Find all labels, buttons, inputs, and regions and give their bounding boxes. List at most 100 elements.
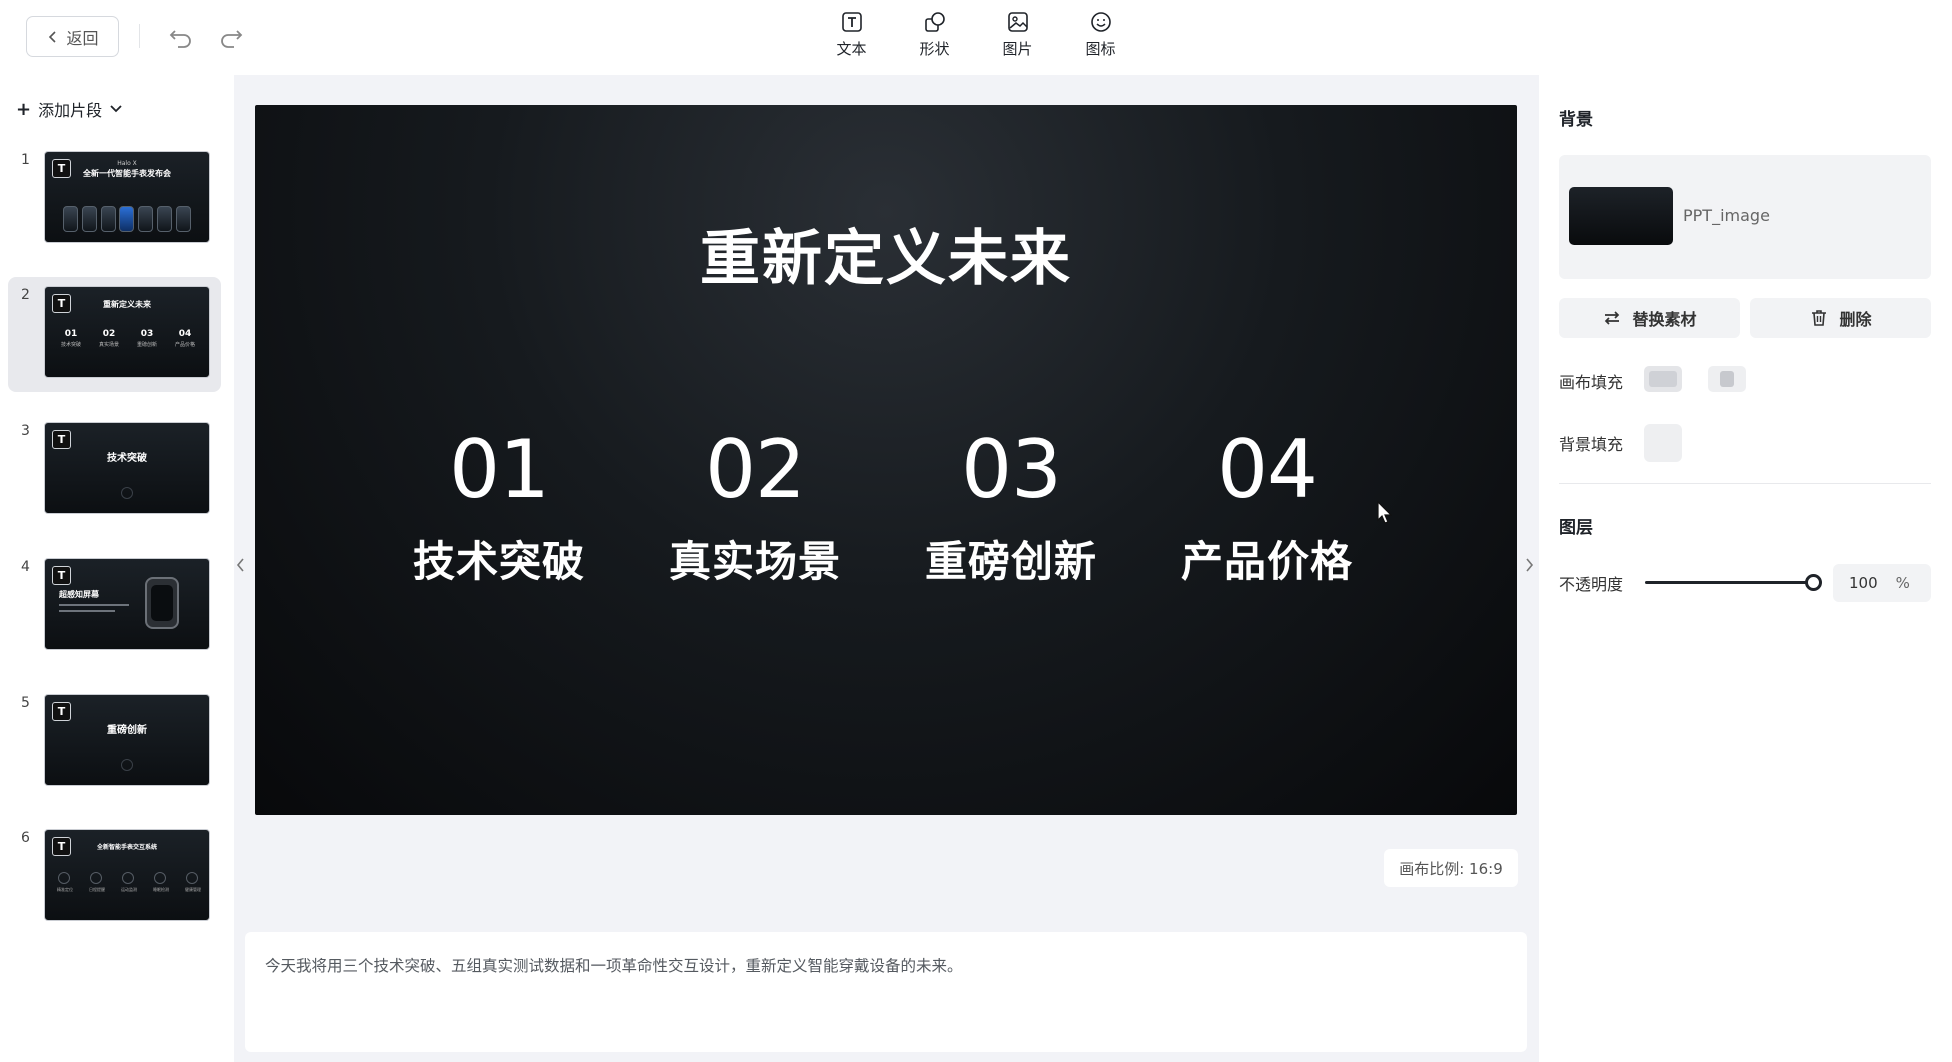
text-icon <box>841 12 862 32</box>
agenda-item-4[interactable]: 04 产品价格 <box>1167 430 1367 589</box>
tool-shape-label: 形状 <box>919 40 950 58</box>
thumb-text-lines <box>59 604 129 616</box>
background-fill-label: 背景填充 <box>1559 435 1624 454</box>
slide-item-4[interactable]: 4 T 超感知屏幕 <box>8 549 221 664</box>
text-badge-icon: T <box>52 430 71 449</box>
thumb-items: 01 技术突破 02 真实场景 03 重磅创新 04 产品价格 <box>61 329 195 348</box>
canvas-fill-swatch-portrait[interactable] <box>1708 366 1746 392</box>
back-button[interactable]: 返回 <box>26 16 119 57</box>
canvas-ratio-badge[interactable]: 画布比例: 16:9 <box>1384 849 1518 887</box>
slide-canvas[interactable]: 重新定义未来 01 技术突破 02 真实场景 03 重磅创新 04 产品价格 <box>255 105 1517 815</box>
circle-icon <box>121 487 133 499</box>
delete-button[interactable]: 删除 <box>1750 298 1931 338</box>
chevron-down-icon <box>110 105 122 113</box>
add-segment-button[interactable]: + 添加片段 <box>16 97 123 121</box>
text-badge-icon: T <box>52 702 71 721</box>
agenda-label: 真实场景 <box>668 537 841 586</box>
agenda-item-2[interactable]: 02 真实场景 <box>655 430 855 589</box>
slide-number: 2 <box>21 287 30 303</box>
agenda-number: 04 <box>1217 423 1318 516</box>
tool-icon-label: 图标 <box>1085 40 1116 58</box>
speaker-notes[interactable]: 今天我将用三个技术突破、五组真实测试数据和一项革命性交互设计，重新定义智能穿戴设… <box>245 932 1527 1052</box>
agenda-label: 产品价格 <box>1180 537 1353 586</box>
replace-asset-button[interactable]: 替换素材 <box>1559 298 1740 338</box>
agenda-number: 01 <box>449 423 550 516</box>
slide-item-2[interactable]: 2 T 重新定义未来 01 技术突破 02 真实场景 03 重磅创新 04 产品价格 <box>8 277 221 392</box>
slide-item-6[interactable]: 6 T 全新智能手表交互系统 精准定位 日程提醒 运动监测 睡眠检测 健康管理 <box>8 820 221 935</box>
trash-icon <box>1812 310 1827 326</box>
replace-asset-label: 替换素材 <box>1632 310 1697 329</box>
thumb-title: 重新定义未来 <box>103 300 151 309</box>
delete-label: 删除 <box>1839 310 1872 329</box>
thumb-watch-image <box>145 577 179 629</box>
slide-number: 3 <box>21 423 30 439</box>
agenda-item-1[interactable]: 01 技术突破 <box>399 430 599 589</box>
thumb-title: 全新智能手表交互系统 <box>96 844 157 851</box>
collapse-left-button[interactable] <box>234 515 248 615</box>
chevron-left-icon <box>49 30 57 43</box>
tool-image[interactable]: 图片 <box>976 8 1059 66</box>
thumb-brand: Halo X <box>117 160 137 167</box>
background-fill-swatch[interactable] <box>1644 424 1682 462</box>
redo-icon <box>221 30 243 48</box>
plus-icon: + <box>16 98 32 120</box>
redo-button[interactable] <box>216 22 246 52</box>
chevron-left-icon <box>236 558 244 572</box>
slide-thumbnail: T 超感知屏幕 <box>44 558 210 650</box>
slide-item-5[interactable]: 5 T 重磅创新 <box>8 685 221 800</box>
thumb-title: 重磅创新 <box>107 725 147 736</box>
collapse-right-button[interactable] <box>1522 515 1536 615</box>
thumb-feature-icons: 精准定位 日程提醒 运动监测 睡眠检测 健康管理 <box>57 872 201 893</box>
speaker-notes-text[interactable]: 今天我将用三个技术突破、五组真实测试数据和一项革命性交互设计，重新定义智能穿戴设… <box>265 957 963 975</box>
opacity-slider-track[interactable] <box>1645 581 1815 584</box>
tool-image-label: 图片 <box>1002 40 1033 58</box>
thumb-title: 技术突破 <box>107 453 147 464</box>
thumb-watches-image <box>63 196 191 232</box>
top-toolbar: 返回 文本 形状 图片 图标 <box>0 0 1952 75</box>
divider <box>139 24 140 48</box>
divider <box>1559 483 1931 484</box>
add-segment-label: 添加片段 <box>38 101 103 120</box>
slide-title[interactable]: 重新定义未来 <box>255 210 1517 297</box>
text-badge-icon: T <box>52 566 71 585</box>
slide-sidebar: + 添加片段 1 T Halo X 全新一代智能手表发布会 2 T 重新定义未来… <box>0 75 234 1062</box>
opacity-label: 不透明度 <box>1559 575 1624 594</box>
slide-number: 4 <box>21 559 30 575</box>
tool-text-label: 文本 <box>836 40 867 58</box>
layer-section-title: 图层 <box>1559 518 1593 538</box>
emoji-icon <box>1090 12 1111 32</box>
slide-thumbnail: T 重新定义未来 01 技术突破 02 真实场景 03 重磅创新 04 产品价格 <box>44 286 210 378</box>
opacity-input[interactable]: 100 % <box>1833 564 1931 602</box>
opacity-slider-handle[interactable] <box>1805 574 1822 591</box>
opacity-value[interactable]: 100 <box>1849 574 1878 592</box>
slide-item-3[interactable]: 3 T 技术突破 <box>8 413 221 528</box>
background-section-title: 背景 <box>1559 110 1593 130</box>
agenda-number: 02 <box>705 423 806 516</box>
opacity-unit: % <box>1895 574 1910 592</box>
tool-shape[interactable]: 形状 <box>893 8 976 66</box>
slide-thumbnail: T 技术突破 <box>44 422 210 514</box>
circle-icon <box>121 759 133 771</box>
slide-thumbnail: T 全新智能手表交互系统 精准定位 日程提醒 运动监测 睡眠检测 健康管理 <box>44 829 210 921</box>
insert-tools: 文本 形状 图片 图标 <box>810 8 1142 66</box>
thumb-title: 全新一代智能手表发布会 <box>83 169 171 178</box>
slide-thumbnail: T 重磅创新 <box>44 694 210 786</box>
image-icon <box>1007 12 1028 32</box>
tool-icon[interactable]: 图标 <box>1059 8 1142 66</box>
canvas-fill-label: 画布填充 <box>1559 373 1624 392</box>
canvas-fill-swatch-landscape[interactable] <box>1644 366 1682 392</box>
slide-number: 1 <box>21 152 30 168</box>
tool-text[interactable]: 文本 <box>810 8 893 66</box>
mouse-cursor-icon <box>1377 501 1393 524</box>
slide-item-1[interactable]: 1 T Halo X 全新一代智能手表发布会 <box>8 142 221 257</box>
undo-icon <box>169 30 191 48</box>
agenda-item-3[interactable]: 03 重磅创新 <box>911 430 1111 589</box>
agenda-number: 03 <box>961 423 1062 516</box>
slide-number: 6 <box>21 830 30 846</box>
background-asset-card[interactable]: PPT_image <box>1559 155 1931 279</box>
background-thumbnail <box>1569 187 1673 245</box>
swap-icon <box>1605 311 1620 325</box>
chevron-right-icon <box>1526 558 1534 572</box>
undo-button[interactable] <box>166 22 196 52</box>
agenda-label: 技术突破 <box>412 537 585 586</box>
